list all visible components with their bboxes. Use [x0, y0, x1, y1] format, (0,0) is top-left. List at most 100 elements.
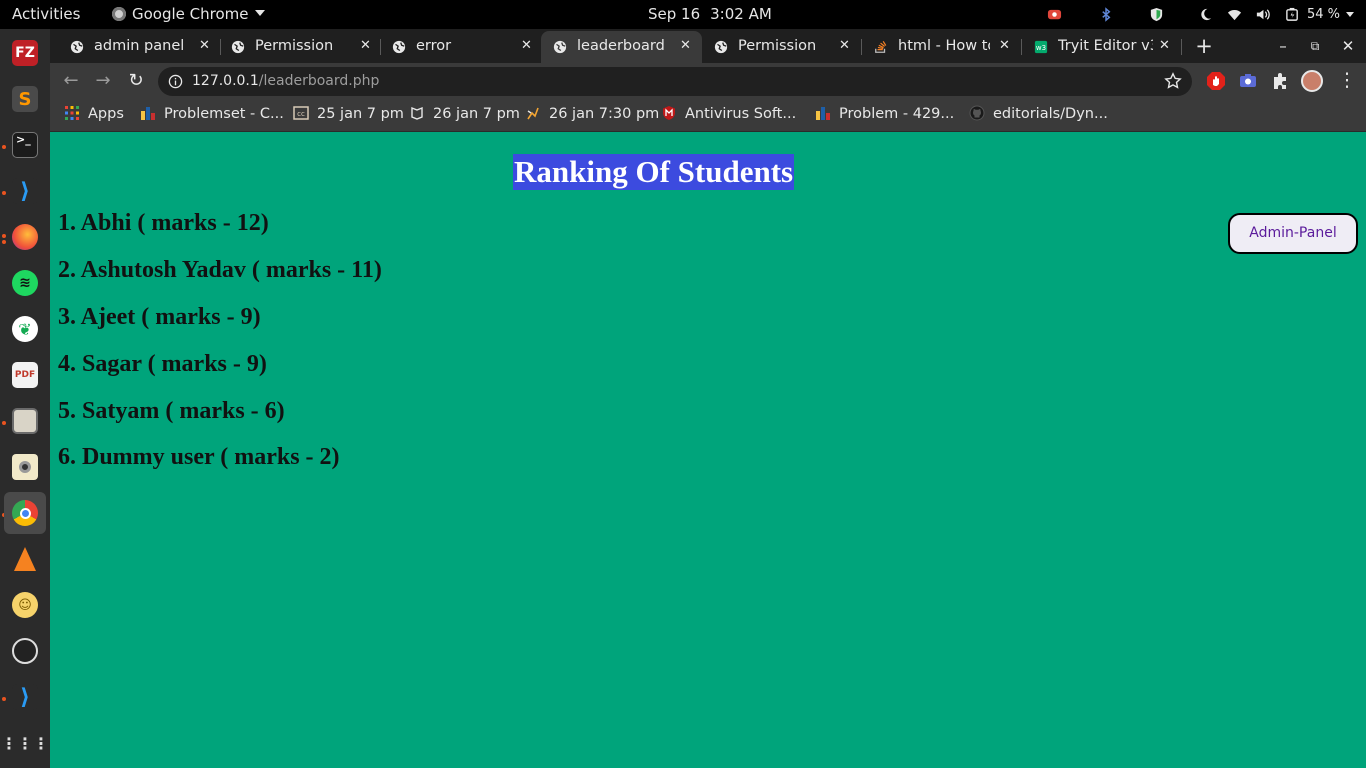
tab-tryit-editor[interactable]: w3 Tryit Editor v3 ✕ — [1022, 31, 1180, 63]
page-title: Ranking Of Students — [513, 154, 795, 190]
close-icon[interactable]: ✕ — [521, 31, 532, 61]
firefox-icon — [12, 224, 38, 250]
tab-permission[interactable]: Permission ✕ — [219, 31, 377, 63]
bookmark-26-jan[interactable]: 26 jan 7 pm — [409, 99, 520, 131]
dock-rhythmbox[interactable] — [4, 446, 46, 488]
minimize-button[interactable]: – — [1272, 34, 1294, 58]
vscode-icon: ⟩ — [12, 684, 38, 710]
dock-chrome[interactable] — [4, 492, 46, 534]
new-tab-button[interactable]: + — [1193, 33, 1215, 59]
extensions-puzzle-icon[interactable] — [1270, 71, 1290, 91]
bookmark-label: Antivirus Soft... — [685, 106, 797, 122]
more-menu-icon[interactable]: ⋮ — [1337, 68, 1357, 91]
dock-document-viewer[interactable]: PDF — [4, 354, 46, 396]
system-menu-caret-icon[interactable] — [1346, 12, 1354, 17]
night-light-icon[interactable] — [1198, 7, 1213, 22]
bookmark-26-jan-730[interactable]: 26 jan 7:30 pm — [525, 99, 659, 131]
tab-title: leaderboard — [577, 38, 665, 54]
bookmark-star-icon[interactable] — [1164, 72, 1182, 90]
document-viewer-icon: PDF — [12, 362, 38, 388]
bookmark-problem-429[interactable]: Problem - 429... — [815, 99, 954, 131]
tab-title: Permission — [738, 38, 817, 54]
dock-obs[interactable] — [4, 630, 46, 672]
spotify-icon: ≋ — [12, 270, 38, 296]
tab-title: admin panel — [94, 38, 185, 54]
sublime-text-icon: S — [12, 86, 38, 112]
bookmark-label: 25 jan 7 pm — [317, 106, 404, 122]
system-top-bar: Activities Google Chrome Sep 16 3:02 AM 5… — [0, 0, 1366, 29]
bookmark-problemset[interactable]: Problemset - C... — [140, 99, 284, 131]
w3schools-icon: w3 — [1034, 40, 1048, 54]
tab-error[interactable]: error ✕ — [380, 31, 538, 63]
close-icon[interactable]: ✕ — [839, 31, 850, 61]
info-icon[interactable] — [168, 74, 183, 89]
shield-icon[interactable] — [1149, 7, 1164, 22]
tab-stackoverflow[interactable]: html - How to ✕ — [862, 31, 1020, 63]
app-menu[interactable]: Google Chrome — [112, 0, 265, 29]
filezilla-icon: FZ — [12, 40, 38, 66]
tab-admin-panel[interactable]: admin panel ✕ — [58, 31, 216, 63]
tab-leaderboard[interactable]: leaderboard ✕ — [541, 31, 702, 63]
close-icon[interactable]: ✕ — [360, 31, 371, 61]
forward-button[interactable]: → — [90, 68, 116, 94]
wifi-icon[interactable] — [1227, 7, 1242, 22]
battery-percentage[interactable]: 54 % — [1307, 0, 1340, 29]
chrome-icon — [112, 7, 126, 21]
back-button[interactable]: ← — [58, 68, 84, 94]
bookmark-apps[interactable]: Apps — [64, 99, 124, 131]
dock-file-manager[interactable] — [4, 400, 46, 442]
dock-vlc[interactable] — [4, 538, 46, 580]
dock-filezilla[interactable]: FZ — [4, 32, 46, 74]
close-icon[interactable]: ✕ — [999, 31, 1010, 61]
show-applications-button[interactable]: ⋮⋮⋮ — [1, 722, 49, 764]
mcafee-icon — [663, 106, 675, 120]
ranking-item: 5. Satyam ( marks - 6) — [58, 398, 285, 424]
bookmark-25-jan[interactable]: cc 25 jan 7 pm — [293, 99, 404, 131]
globe-icon — [553, 40, 567, 54]
admin-panel-button[interactable]: Admin-Panel — [1228, 213, 1358, 254]
chrome-icon — [12, 500, 38, 526]
dock-mongodb-compass[interactable]: ❦ — [4, 308, 46, 350]
volume-icon[interactable] — [1255, 7, 1270, 22]
bookmark-label: Problemset - C... — [164, 106, 284, 122]
battery-icon[interactable] — [1285, 7, 1300, 22]
ranking-item: 4. Sagar ( marks - 9) — [58, 351, 267, 377]
url-text[interactable]: 127.0.0.1/leaderboard.php — [192, 67, 379, 96]
recording-tray-icon[interactable] — [1047, 7, 1062, 22]
close-icon[interactable]: ✕ — [1159, 31, 1170, 61]
globe-icon — [392, 40, 406, 54]
dock-sublime-text[interactable]: S — [4, 78, 46, 120]
bookmark-antivirus[interactable]: Antivirus Soft... — [661, 99, 796, 131]
close-icon[interactable]: ✕ — [199, 31, 210, 61]
url-host: 127.0.0.1 — [192, 73, 259, 89]
bookmark-editorials[interactable]: editorials/Dyn... — [969, 99, 1108, 131]
svg-text:w3: w3 — [1036, 44, 1046, 52]
dock-vscode-2[interactable]: ⟩ — [4, 676, 46, 718]
maximize-button[interactable]: ⧉ — [1304, 34, 1326, 58]
tab-title: html - How to — [898, 38, 990, 54]
adblock-extension-icon[interactable] — [1206, 71, 1226, 91]
github-icon — [969, 105, 985, 121]
tab-permission-2[interactable]: Permission ✕ — [702, 31, 860, 63]
screenshot-extension-icon[interactable] — [1238, 71, 1258, 91]
close-icon[interactable]: ✕ — [680, 31, 691, 61]
browser-toolbar: ← → ↻ 127.0.0.1/leaderboard.php ⋮ — [50, 63, 1366, 99]
clock[interactable]: Sep 16 3:02 AM — [648, 0, 772, 29]
dock-firefox[interactable] — [4, 216, 46, 258]
mongodb-compass-icon: ❦ — [12, 316, 38, 342]
reload-button[interactable]: ↻ — [123, 68, 149, 94]
window-close-button[interactable]: ✕ — [1337, 34, 1359, 58]
dock-terminal[interactable]: >_ — [4, 124, 46, 166]
ranking-item: 3. Ajeet ( marks - 9) — [58, 304, 261, 330]
profile-avatar[interactable] — [1301, 70, 1323, 92]
dock-spotify[interactable]: ≋ — [4, 262, 46, 304]
rhythmbox-icon — [12, 454, 38, 480]
dock-vscode[interactable]: ⟩ — [4, 170, 46, 212]
bookmark-icon — [411, 106, 423, 120]
address-bar[interactable]: 127.0.0.1/leaderboard.php — [158, 67, 1192, 96]
dock-cheese[interactable]: ☺ — [4, 584, 46, 626]
codeforces-icon — [816, 107, 830, 120]
svg-text:cc: cc — [297, 110, 305, 118]
bluetooth-icon[interactable] — [1099, 7, 1114, 22]
activities-button[interactable]: Activities — [12, 0, 80, 29]
